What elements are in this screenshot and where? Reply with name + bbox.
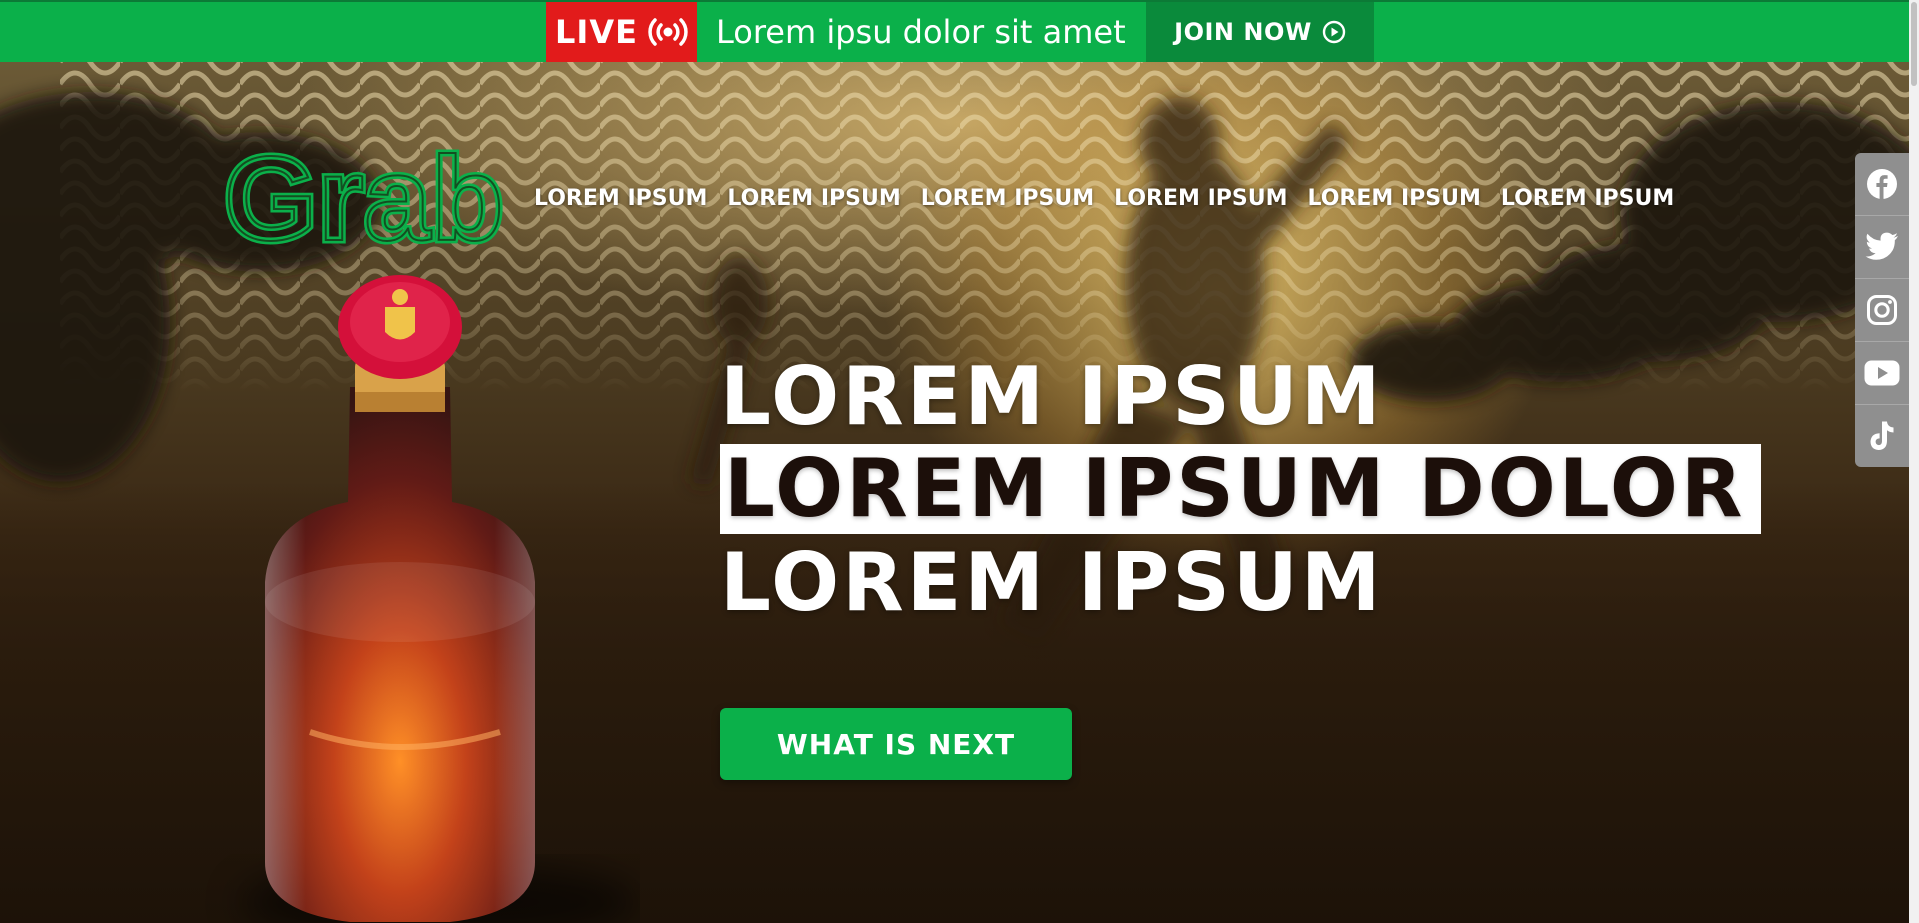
instagram-icon [1867,295,1897,325]
svg-text:Grab: Grab [224,140,504,258]
join-now-label: JOIN NOW [1174,18,1312,46]
main-nav: LOREM IPSUM LOREM IPSUM LOREM IPSUM LORE… [534,186,1674,211]
youtube-link[interactable] [1855,342,1909,405]
youtube-icon [1864,360,1900,386]
broadcast-icon [648,18,688,46]
grab-logo[interactable]: Grab Grab [222,140,516,258]
nav-item-2[interactable]: LOREM IPSUM [727,186,900,211]
live-label: LIVE [555,13,638,51]
nav-item-5[interactable]: LOREM IPSUM [1308,186,1481,211]
page-scrollbar[interactable] [1909,0,1919,923]
headline-line-1: LOREM IPSUM [720,350,1384,443]
nav-item-6[interactable]: LOREM IPSUM [1501,186,1674,211]
live-badge: LIVE [546,2,697,62]
hero-section: Grab Grab LOREM IPSUM LOREM IPSUM LOREM … [0,62,1909,923]
nav-item-4[interactable]: LOREM IPSUM [1114,186,1287,211]
headline-line-3: LOREM IPSUM [720,536,1384,629]
social-sidebar [1855,153,1909,467]
twitter-icon [1865,232,1898,260]
twitter-link[interactable] [1855,216,1909,279]
headline-line-2-highlighted: LOREM IPSUM DOLOR [720,444,1762,534]
join-now-button[interactable]: JOIN NOW [1146,2,1374,62]
live-banner: LIVE Lorem ipsu dolor sit amet JOIN NOW [0,0,1909,62]
nav-item-3[interactable]: LOREM IPSUM [921,186,1094,211]
facebook-link[interactable] [1855,153,1909,216]
what-is-next-button[interactable]: WHAT IS NEXT [720,708,1072,780]
play-circle-icon [1322,20,1346,44]
instagram-link[interactable] [1855,279,1909,342]
live-message: Lorem ipsu dolor sit amet [716,13,1126,51]
hero-headline: LOREM IPSUM LOREM IPSUM DOLOR LOREM IPSU… [720,350,1762,629]
tiktok-icon [1870,421,1894,450]
facebook-icon [1867,169,1897,199]
liquor-bottle-image [240,275,640,923]
nav-item-1[interactable]: LOREM IPSUM [534,186,707,211]
scrollbar-thumb[interactable] [1911,2,1917,86]
tiktok-link[interactable] [1855,405,1909,467]
